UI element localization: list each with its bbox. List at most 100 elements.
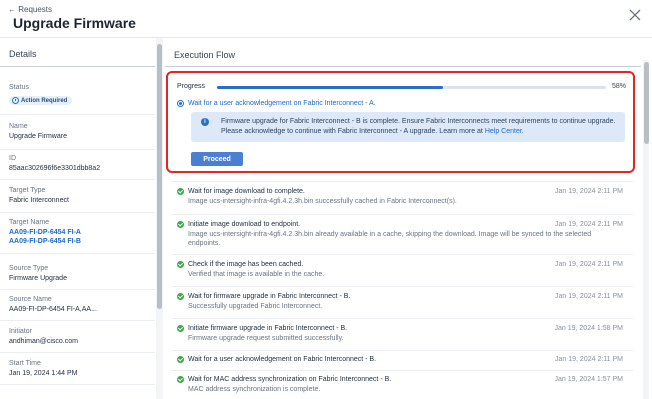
start-time-label: Start Time bbox=[9, 360, 41, 367]
in-progress-icon bbox=[177, 100, 184, 107]
divider bbox=[0, 212, 155, 213]
initiator-label: Initiator bbox=[9, 328, 32, 335]
step-title: Wait for image download to complete. bbox=[188, 188, 305, 195]
divider bbox=[0, 320, 155, 321]
info-message: i Firmware upgrade for Fabric Interconne… bbox=[191, 112, 625, 142]
info-line-1: Firmware upgrade for Fabric Interconnect… bbox=[221, 118, 616, 125]
step-detail: Firmware upgrade request submitted succe… bbox=[188, 335, 344, 342]
id-field: ID 85aac302696f6e3301dbb8a2 bbox=[9, 155, 149, 172]
back-to-requests-link[interactable]: ← Requests bbox=[8, 5, 52, 14]
target-type-field: Target Type Fabric Interconnect bbox=[9, 187, 149, 204]
divider bbox=[171, 350, 633, 351]
divider bbox=[171, 254, 633, 255]
start-time-value: Jan 19, 2024 1:44 PM bbox=[9, 370, 78, 377]
divider bbox=[0, 114, 155, 115]
step-time: Jan 19, 2024 2:11 PM bbox=[555, 188, 623, 195]
target-type-label: Target Type bbox=[9, 187, 46, 194]
source-name-value: AA09-FI-DP-6454 FI-A,AA... bbox=[9, 306, 97, 313]
current-step: Wait for a user acknowledgement on Fabri… bbox=[177, 100, 376, 107]
step-title: Initiate firmware upgrade in Fabric Inte… bbox=[188, 325, 348, 332]
step-item: Check if the image has been cached. Veri… bbox=[177, 261, 633, 279]
divider bbox=[171, 286, 633, 287]
progress-percent: 58% bbox=[612, 83, 627, 90]
status-label: Status bbox=[9, 84, 29, 91]
close-icon[interactable] bbox=[628, 8, 642, 22]
info-icon: i bbox=[201, 118, 209, 126]
help-center-link[interactable]: Help Center. bbox=[485, 128, 524, 135]
source-type-field: Source Type Firmware Upgrade bbox=[9, 265, 149, 282]
info-circle-icon bbox=[12, 97, 19, 104]
divider bbox=[0, 66, 155, 67]
step-detail: Verified that image is available in the … bbox=[188, 271, 325, 278]
divider bbox=[171, 318, 633, 319]
target-name-link-a[interactable]: AA09-FI-DP-6454 FI-A bbox=[9, 229, 149, 236]
step-time: Jan 19, 2024 1:57 PM bbox=[554, 376, 624, 383]
check-circle-icon bbox=[177, 325, 184, 332]
name-value: Upgrade Firmware bbox=[9, 133, 67, 140]
step-detail: Image ucs-intersight-infra-4gfi.4.2.3h.b… bbox=[188, 198, 457, 205]
divider bbox=[171, 181, 633, 182]
info-line-2-text: Please acknowledge to continue with Fabr… bbox=[221, 128, 485, 135]
step-title: Check if the image has been cached. bbox=[188, 261, 304, 268]
target-name-label: Target Name bbox=[9, 219, 50, 226]
step-detail: Successfully upgraded Fabric Interconnec… bbox=[188, 303, 323, 310]
id-label: ID bbox=[9, 155, 16, 162]
info-message-text: Firmware upgrade for Fabric Interconnect… bbox=[221, 117, 621, 137]
step-item: Wait for MAC address synchronization on … bbox=[177, 376, 633, 394]
proceed-button[interactable]: Proceed bbox=[191, 152, 243, 166]
progress-bar-fill bbox=[217, 86, 443, 89]
divider bbox=[171, 214, 633, 215]
id-value: 85aac302696f6e3301dbb8a2 bbox=[9, 165, 101, 172]
step-time: Jan 19, 2024 1:58 PM bbox=[554, 325, 624, 332]
target-name-field: Target Name AA09-FI-DP-6454 FI-A AA09-FI… bbox=[9, 219, 149, 245]
step-title: Wait for a user acknowledgement on Fabri… bbox=[188, 356, 377, 363]
step-time: Jan 19, 2024 2:11 PM bbox=[555, 293, 623, 300]
divider bbox=[0, 149, 155, 150]
source-name-field: Source Name AA09-FI-DP-6454 FI-A,AA... bbox=[9, 296, 149, 313]
execution-flow-scrollbar-thumb[interactable] bbox=[643, 62, 649, 144]
divider bbox=[0, 289, 155, 290]
target-type-value: Fabric Interconnect bbox=[9, 197, 69, 204]
divider bbox=[0, 253, 155, 254]
name-field: Name Upgrade Firmware bbox=[9, 123, 149, 140]
sidebar-scrollbar-thumb[interactable] bbox=[157, 44, 162, 309]
progress-bar bbox=[217, 86, 606, 89]
step-item: Wait for a user acknowledgement on Fabri… bbox=[177, 356, 633, 363]
divider bbox=[165, 66, 641, 67]
name-label: Name bbox=[9, 123, 28, 130]
check-circle-icon bbox=[177, 293, 184, 300]
check-circle-icon bbox=[177, 221, 184, 228]
details-title: Details bbox=[9, 49, 37, 59]
progress-label: Progress bbox=[177, 83, 206, 90]
divider bbox=[0, 352, 155, 353]
step-detail: MAC address synchronization is complete. bbox=[188, 386, 321, 393]
status-badge: Action Required bbox=[9, 96, 73, 105]
source-name-label: Source Name bbox=[9, 296, 52, 303]
check-circle-icon bbox=[177, 376, 184, 383]
step-time: Jan 19, 2024 2:11 PM bbox=[555, 261, 623, 268]
step-item: Initiate firmware upgrade in Fabric Inte… bbox=[177, 325, 633, 343]
initiator-field: Initiator andhiman@cisco.com bbox=[9, 328, 149, 345]
step-title: Wait for firmware upgrade in Fabric Inte… bbox=[188, 293, 351, 300]
source-type-value: Firmware Upgrade bbox=[9, 275, 67, 282]
status-field: Status Action Required bbox=[9, 84, 149, 109]
initiator-value: andhiman@cisco.com bbox=[9, 338, 78, 345]
execution-flow-title: Execution Flow bbox=[174, 50, 236, 60]
step-time: Jan 19, 2024 2:11 PM bbox=[555, 221, 623, 228]
sidebar-scrollbar[interactable] bbox=[156, 38, 163, 399]
step-time: Jan 19, 2024 2:11 PM bbox=[555, 356, 623, 363]
step-title: Wait for MAC address synchronization on … bbox=[188, 376, 392, 383]
current-step-title: Wait for a user acknowledgement on Fabri… bbox=[188, 100, 376, 107]
check-circle-icon bbox=[177, 261, 184, 268]
step-title: Initiate image download to endpoint. bbox=[188, 221, 301, 228]
divider bbox=[0, 384, 155, 385]
execution-flow-scrollbar[interactable] bbox=[643, 60, 649, 399]
step-item: Wait for firmware upgrade in Fabric Inte… bbox=[177, 293, 633, 311]
divider bbox=[0, 179, 155, 180]
page-title: Upgrade Firmware bbox=[13, 15, 136, 31]
step-detail: Image ucs-intersight-infra-4gfi.4.2.3h.b… bbox=[188, 231, 592, 247]
info-line-2: Please acknowledge to continue with Fabr… bbox=[221, 127, 621, 137]
divider bbox=[171, 370, 633, 371]
start-time-field: Start Time Jan 19, 2024 1:44 PM bbox=[9, 360, 149, 377]
target-name-link-b[interactable]: AA09-FI-DP-6454 FI-B bbox=[9, 238, 149, 245]
